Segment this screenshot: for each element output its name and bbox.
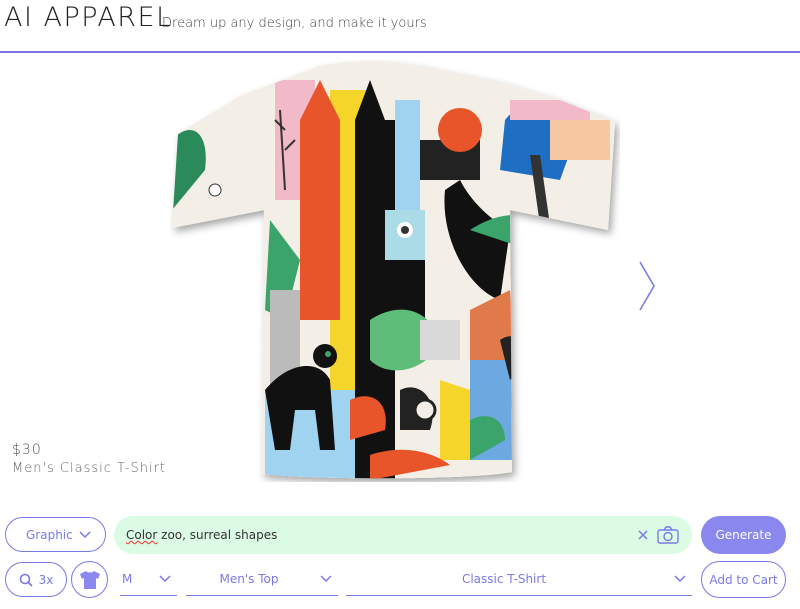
category-select[interactable]: Men's Top: [186, 562, 338, 596]
brand-title: AI APPAREL: [4, 2, 173, 33]
product-name: Men's Classic T-Shirt: [12, 461, 167, 476]
category-select-value: Men's Top: [219, 571, 279, 586]
tshirt-preview-image: [170, 60, 620, 482]
chevron-right-icon: [639, 261, 655, 311]
close-icon[interactable]: [636, 528, 650, 542]
product-type-select[interactable]: Classic T-Shirt: [346, 562, 692, 596]
size-select-value: M: [122, 571, 133, 586]
prompt-text-misspelled-word: Color: [126, 528, 158, 542]
zoom-button[interactable]: 3x: [5, 562, 67, 597]
next-design-button[interactable]: [632, 258, 662, 314]
prompt-input-text[interactable]: Color zoo, surreal shapes: [126, 528, 277, 542]
style-select-value: Graphic: [26, 527, 73, 542]
search-icon: [19, 573, 33, 587]
chevron-down-icon: [79, 531, 91, 539]
product-price: $30: [12, 442, 42, 458]
prompt-input[interactable]: Color zoo, surreal shapes: [114, 516, 692, 554]
garment-type-button[interactable]: [71, 561, 108, 598]
brand-tagline: Dream up any design, and make it yours: [162, 16, 427, 31]
chevron-down-icon: [674, 575, 686, 583]
tshirt-icon: [79, 570, 100, 589]
chevron-down-icon: [159, 575, 171, 583]
chevron-down-icon: [320, 575, 332, 583]
zoom-level: 3x: [38, 572, 54, 587]
style-select[interactable]: Graphic: [5, 517, 106, 552]
header-divider: [0, 51, 800, 53]
generate-button[interactable]: Generate: [701, 516, 786, 554]
product-type-select-value: Classic T-Shirt: [461, 571, 547, 586]
size-select[interactable]: M: [120, 562, 177, 596]
add-to-cart-button[interactable]: Add to Cart: [701, 561, 786, 598]
camera-icon[interactable]: [657, 526, 679, 544]
prompt-text-rest: zoo, surreal shapes: [157, 528, 278, 542]
